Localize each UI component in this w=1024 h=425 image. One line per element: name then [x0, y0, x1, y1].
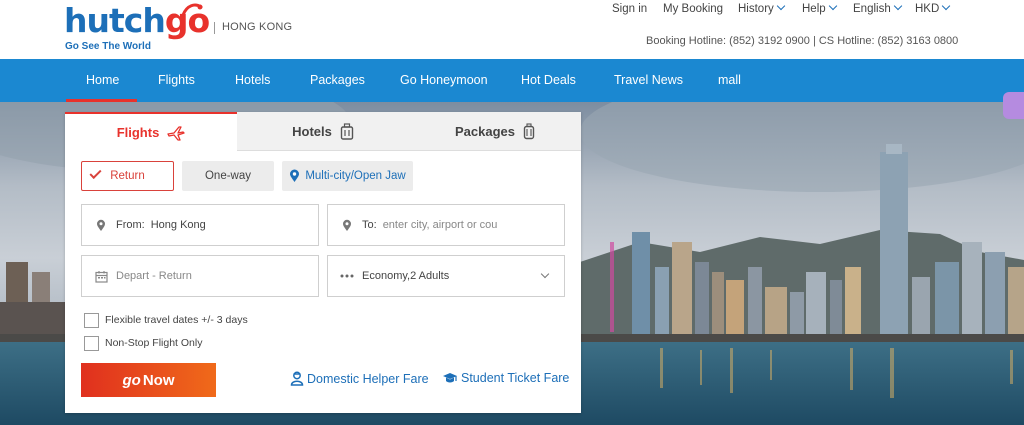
student-ticket-fare-link[interactable]: Student Ticket Fare	[442, 371, 569, 385]
nav-flights[interactable]: Flights	[158, 73, 195, 87]
cabin-passengers-select[interactable]: Economy,2 Adults	[327, 255, 565, 297]
from-value: Hong Kong	[150, 219, 206, 231]
region-label: HONG KONG	[222, 21, 293, 33]
to-placeholder: enter city, airport or cou	[382, 219, 498, 231]
booking-panel: Flights Hotels Packages Return One-way M…	[65, 112, 581, 413]
flexible-dates-label: Flexible travel dates +/- 3 days	[105, 314, 248, 326]
to-field[interactable]: To: enter city, airport or cou	[327, 204, 565, 246]
help-label: Help	[802, 3, 826, 15]
trip-one-way-label: One-way	[204, 170, 252, 182]
nonstop-label: Non-Stop Flight Only	[105, 337, 203, 349]
tab-hotels-label: Hotels	[292, 123, 332, 139]
history-menu[interactable]: History	[738, 1, 786, 15]
map-pin-icon	[289, 169, 300, 183]
logo-swoosh-icon	[181, 3, 203, 17]
my-booking-link[interactable]: My Booking	[663, 3, 723, 15]
trip-type-return[interactable]: Return	[81, 161, 174, 191]
currency-label: HKD	[915, 3, 940, 15]
chevron-down-icon	[828, 1, 837, 11]
to-label: To:	[362, 219, 377, 231]
go-now-logo-text: go	[122, 371, 141, 389]
cabin-value: Economy,2 Adults	[362, 270, 450, 282]
help-menu[interactable]: Help	[802, 1, 837, 15]
domestic-helper-fare-label: Domestic Helper Fare	[307, 371, 429, 386]
chevron-down-icon	[893, 1, 902, 11]
tab-packages-label: Packages	[455, 123, 515, 139]
nav-hotels[interactable]: Hotels	[235, 73, 270, 87]
trip-type-multi-city[interactable]: Multi-city/Open Jaw	[282, 161, 413, 191]
nav-packages[interactable]: Packages	[310, 73, 365, 87]
region-divider	[214, 22, 215, 34]
from-label: From:	[116, 219, 145, 231]
domestic-helper-fare-link[interactable]: Domestic Helper Fare	[290, 371, 429, 386]
from-field[interactable]: From: Hong Kong	[81, 204, 319, 246]
nav-home[interactable]: Home	[86, 73, 119, 87]
location-pin-icon	[340, 219, 354, 232]
nav-travel-news[interactable]: Travel News	[614, 73, 683, 87]
dates-placeholder: Depart - Return	[116, 270, 192, 282]
hotline-text: Booking Hotline: (852) 3192 0900 | CS Ho…	[646, 35, 959, 47]
calendar-icon	[94, 270, 108, 283]
flexible-dates-option[interactable]: Flexible travel dates +/- 3 days	[84, 312, 248, 328]
currency-menu[interactable]: HKD	[915, 1, 951, 15]
tab-flights[interactable]: Flights	[65, 112, 237, 151]
dates-field[interactable]: Depart - Return	[81, 255, 319, 297]
trip-type-one-way[interactable]: One-way	[182, 161, 274, 191]
nav-mall[interactable]: mall	[718, 73, 741, 87]
go-now-button[interactable]: go Now	[81, 363, 216, 397]
flexible-dates-checkbox[interactable]	[84, 312, 99, 328]
nav-hot-deals[interactable]: Hot Deals	[521, 73, 576, 87]
sign-in-link[interactable]: Sign in	[612, 3, 647, 15]
airplane-icon	[167, 125, 185, 141]
booking-tabs: Flights Hotels Packages	[65, 112, 581, 151]
history-label: History	[738, 3, 774, 15]
language-label: English	[853, 3, 891, 15]
chevron-down-icon	[776, 1, 786, 11]
graduation-cap-icon	[442, 371, 458, 385]
location-pin-icon	[94, 219, 108, 232]
suitcase-icon	[523, 122, 535, 140]
trip-multi-city-label: Multi-city/Open Jaw	[305, 170, 406, 182]
language-menu[interactable]: English	[853, 1, 902, 15]
chevron-down-icon	[942, 1, 951, 11]
hutchgo-logo[interactable]: hutchgo Go See The World	[64, 3, 210, 53]
tab-flights-label: Flights	[116, 125, 160, 140]
nonstop-option[interactable]: Non-Stop Flight Only	[84, 335, 202, 351]
dots-icon	[340, 274, 354, 278]
tab-hotels[interactable]: Hotels	[237, 112, 409, 151]
helper-icon	[290, 371, 304, 386]
go-now-label: Now	[142, 371, 175, 389]
tab-packages[interactable]: Packages	[409, 112, 581, 151]
checkmark-icon	[89, 166, 102, 180]
site-header: hutchgo Go See The World HONG KONG Sign …	[0, 0, 1024, 59]
luggage-icon	[340, 122, 354, 140]
chevron-down-icon	[540, 269, 550, 279]
nav-go-honeymoon[interactable]: Go Honeymoon	[400, 73, 488, 87]
main-nav: Home Flights Hotels Packages Go Honeymoo…	[0, 59, 1024, 102]
side-widget-tab[interactable]	[1003, 92, 1024, 119]
nonstop-checkbox[interactable]	[84, 335, 99, 351]
student-ticket-fare-label: Student Ticket Fare	[461, 371, 570, 385]
trip-return-label: Return	[110, 170, 145, 182]
logo-tagline: Go See The World	[65, 41, 151, 52]
